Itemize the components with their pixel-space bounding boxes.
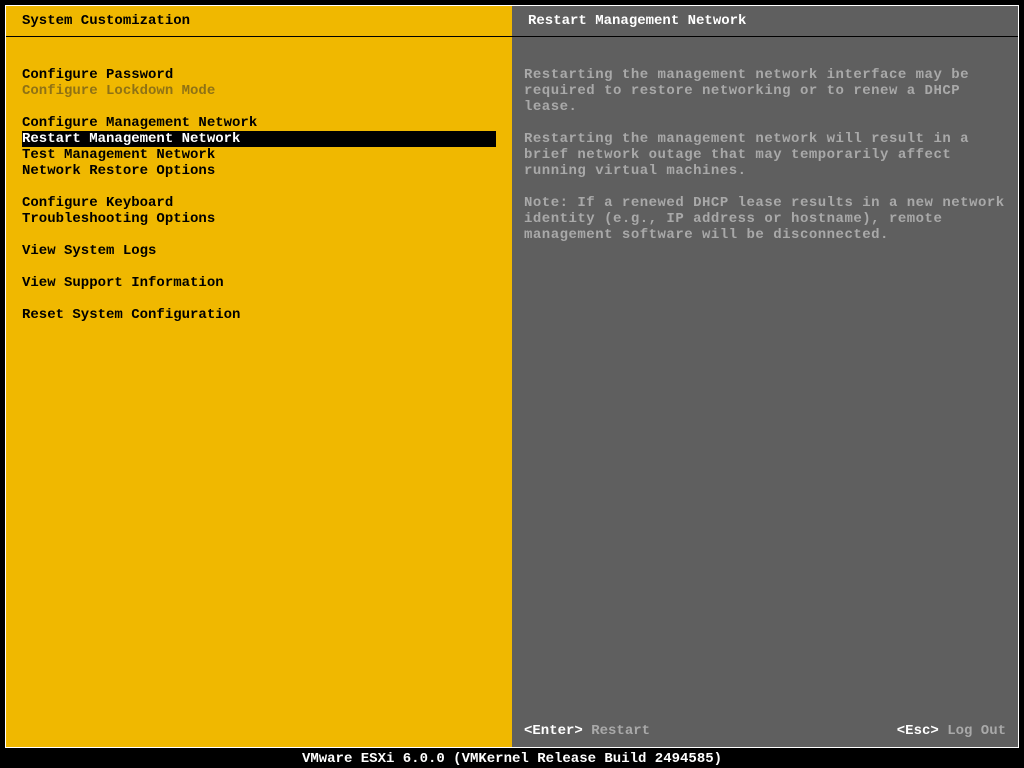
status-bar: VMware ESXi 6.0.0 (VMKernel Release Buil…	[0, 750, 1024, 768]
menu-spacer	[22, 99, 504, 115]
hint-enter-action: Restart	[591, 723, 650, 739]
hint-esc-action: Log Out	[947, 723, 1006, 739]
menu-item-view-support-information[interactable]: View Support Information	[22, 275, 496, 291]
menu-item-restart-management-network[interactable]: Restart Management Network	[22, 131, 496, 147]
menu-pane: System Customization Configure PasswordC…	[6, 6, 512, 747]
hint-enter-key: <Enter>	[524, 723, 583, 739]
footer-hints: <Enter> Restart <Esc> Log Out	[524, 723, 1006, 739]
menu-item-configure-management-network[interactable]: Configure Management Network	[22, 115, 496, 131]
detail-text: Restarting the management network interf…	[512, 37, 1018, 259]
dcui-frame: System Customization Configure PasswordC…	[5, 5, 1019, 748]
menu-spacer	[22, 227, 504, 243]
menu-list: Configure PasswordConfigure Lockdown Mod…	[6, 37, 512, 323]
menu-item-view-system-logs[interactable]: View System Logs	[22, 243, 496, 259]
menu-item-test-management-network[interactable]: Test Management Network	[22, 147, 496, 163]
hint-enter[interactable]: <Enter> Restart	[524, 723, 650, 739]
detail-title: Restart Management Network	[512, 6, 1018, 37]
menu-item-configure-lockdown-mode: Configure Lockdown Mode	[22, 83, 496, 99]
menu-item-network-restore-options[interactable]: Network Restore Options	[22, 163, 496, 179]
menu-item-reset-system-configuration[interactable]: Reset System Configuration	[22, 307, 496, 323]
menu-item-configure-keyboard[interactable]: Configure Keyboard	[22, 195, 496, 211]
detail-paragraph: Restarting the management network will r…	[524, 131, 1006, 179]
menu-item-troubleshooting-options[interactable]: Troubleshooting Options	[22, 211, 496, 227]
hint-esc-key: <Esc>	[897, 723, 939, 739]
menu-spacer	[22, 259, 504, 275]
hint-esc[interactable]: <Esc> Log Out	[897, 723, 1006, 739]
detail-paragraph: Note: If a renewed DHCP lease results in…	[524, 195, 1006, 243]
menu-title: System Customization	[6, 6, 512, 37]
detail-pane: Restart Management Network Restarting th…	[512, 6, 1018, 747]
menu-spacer	[22, 179, 504, 195]
detail-paragraph: Restarting the management network interf…	[524, 67, 1006, 115]
menu-item-configure-password[interactable]: Configure Password	[22, 67, 496, 83]
menu-spacer	[22, 291, 504, 307]
